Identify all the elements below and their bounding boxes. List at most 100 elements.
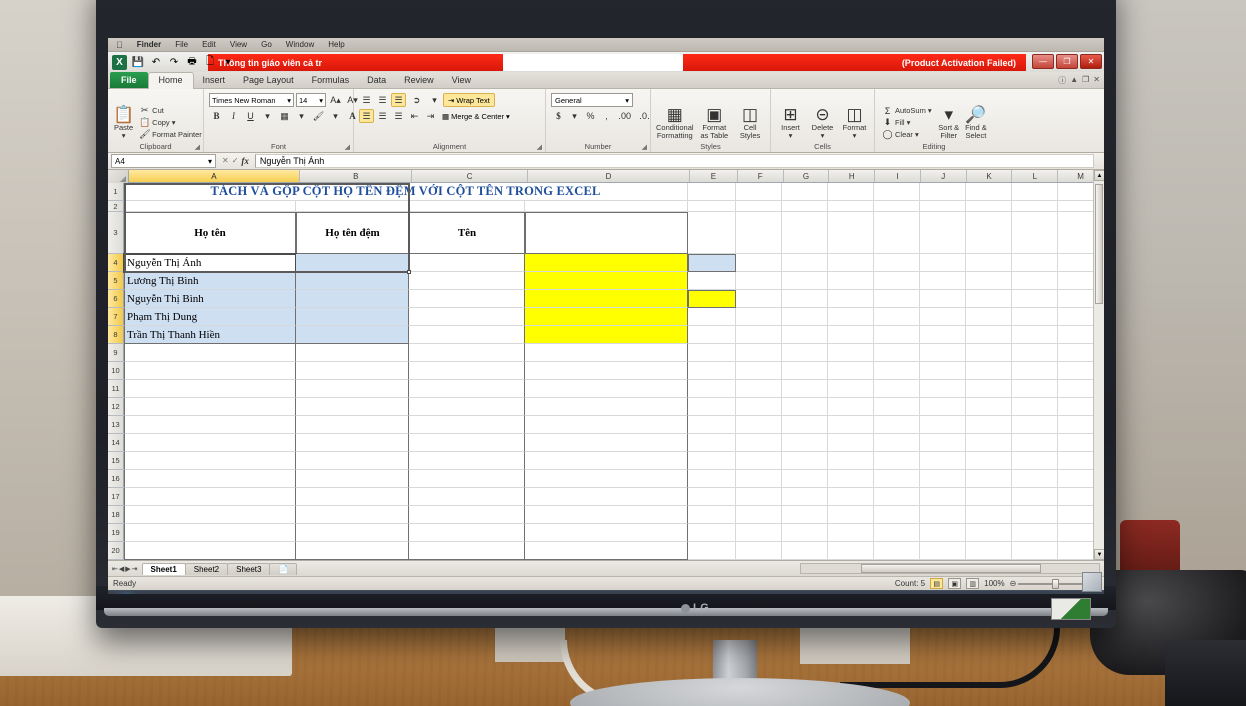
status-bar-right[interactable]: Count: 5 ▤ ▣ ▥ 100% ⊖ ⊕ [895,578,1099,589]
cell-E7[interactable] [688,308,736,326]
cell-I20[interactable] [874,542,920,560]
sheet-tab-sheet1[interactable]: Sheet1 [141,562,186,575]
cell-I12[interactable] [874,398,920,416]
tab-home[interactable]: Home [147,72,194,89]
cell-F4[interactable] [736,254,782,272]
cell-G3[interactable] [782,212,828,254]
cell-E6[interactable] [688,290,736,308]
orientation-icon[interactable]: ➲ [407,93,426,107]
grid-row-11[interactable] [124,380,1104,398]
row-header-18[interactable]: 18 [108,506,124,524]
cell-J6[interactable] [920,290,966,308]
cell-C14[interactable] [409,434,525,452]
column-header-a[interactable]: A [128,170,301,182]
quick-access-toolbar[interactable]: X 💾 ↶ ↷ 🖶 🗋 ▾ [108,52,235,72]
cell-F19[interactable] [736,524,782,542]
cell-E19[interactable] [688,524,736,542]
cell-I11[interactable] [874,380,920,398]
cell-D15[interactable] [525,452,688,470]
cell-B10[interactable] [296,362,409,380]
cell-C13[interactable] [409,416,525,434]
cell-A8[interactable]: Trần Thị Thanh Hiền [124,326,296,344]
mac-menu-view[interactable]: View [230,40,247,49]
cut-button[interactable]: ✂ Cut [137,105,204,116]
autosum-dropdown-icon[interactable]: ▾ [928,106,932,115]
cell-L9[interactable] [1012,344,1058,362]
cell-G2[interactable] [782,201,828,212]
column-headers[interactable]: A B C D E F G H I J K L M [108,170,1104,183]
cell-B3[interactable]: Họ tên đệm [296,212,409,254]
tab-formulas[interactable]: Formulas [303,73,359,88]
cell-J9[interactable] [920,344,966,362]
cell-H8[interactable] [828,326,874,344]
font-name-input[interactable]: Times New Roman ▾ [209,93,294,107]
zoom-track[interactable] [1018,578,1091,589]
fill-dropdown-icon[interactable]: ▾ [907,118,911,127]
clear-dropdown-icon[interactable]: ▾ [915,130,919,139]
cell-D8[interactable] [525,326,688,344]
cell-F20[interactable] [736,542,782,560]
cell-B9[interactable] [296,344,409,362]
cell-F13[interactable] [736,416,782,434]
window-controls[interactable]: — ❐ ✕ [1032,54,1102,69]
cell-E1[interactable] [688,183,736,201]
cell-D3[interactable] [525,212,688,254]
print-preview-icon[interactable]: 🖶 [185,55,199,69]
cell-L3[interactable] [1012,212,1058,254]
normal-view-button[interactable]: ▤ [930,578,944,589]
cell-J7[interactable] [920,308,966,326]
cell-L19[interactable] [1012,524,1058,542]
cell-J10[interactable] [920,362,966,380]
cell-K8[interactable] [966,326,1012,344]
cell-K11[interactable] [966,380,1012,398]
row-header-14[interactable]: 14 [108,434,124,452]
cell-F14[interactable] [736,434,782,452]
cell-F16[interactable] [736,470,782,488]
grid-row-6[interactable]: Nguyễn Thị Bình [124,290,1104,308]
cell-H1[interactable] [828,183,874,201]
minimize-button[interactable]: — [1032,54,1054,69]
cell-F5[interactable] [736,272,782,290]
cell-H3[interactable] [828,212,874,254]
cell-K1[interactable] [966,183,1012,201]
align-left-icon[interactable]: ☰ [359,109,374,123]
row-header-2[interactable]: 2 [108,201,124,212]
grid-row-7[interactable]: Phạm Thị Dung [124,308,1104,326]
cell-J18[interactable] [920,506,966,524]
cell-A3[interactable]: Họ tên [124,212,296,254]
row-header-16[interactable]: 16 [108,470,124,488]
cell-B2[interactable] [296,201,409,212]
align-center-icon[interactable]: ☰ [375,109,390,123]
cell-L15[interactable] [1012,452,1058,470]
cell-H12[interactable] [828,398,874,416]
column-header-b[interactable]: B [300,170,413,182]
cell-J15[interactable] [920,452,966,470]
row-header-9[interactable]: 9 [108,344,124,362]
borders-button[interactable]: ▦ [277,109,292,123]
cell-J19[interactable] [920,524,966,542]
cell-F17[interactable] [736,488,782,506]
borders-dropdown-icon[interactable]: ▾ [294,109,309,123]
grid-row-17[interactable] [124,488,1104,506]
column-header-c[interactable]: C [412,170,528,182]
grid-row-16[interactable] [124,470,1104,488]
merge-center-button[interactable]: ▦ Merge & Center ▾ [439,109,513,123]
cell-A6[interactable]: Nguyễn Thị Bình [124,290,296,308]
new-document-icon[interactable]: 🗋 [203,55,217,69]
cell-H13[interactable] [828,416,874,434]
cell-A16[interactable] [124,470,296,488]
prev-sheet-icon[interactable]: ◀ [119,565,124,573]
italic-button[interactable]: I [226,109,241,123]
row-header-11[interactable]: 11 [108,380,124,398]
cell-H4[interactable] [828,254,874,272]
cell-K9[interactable] [966,344,1012,362]
clear-button[interactable]: ◯ Clear ▾ [880,129,934,140]
cell-H20[interactable] [828,542,874,560]
cell-D7[interactable] [525,308,688,326]
cell-E8[interactable] [688,326,736,344]
cell-C5[interactable] [409,272,525,290]
select-all-corner[interactable] [108,170,129,183]
grid-row-15[interactable] [124,452,1104,470]
font-size-dropdown-icon[interactable]: ▾ [319,96,323,105]
cell-H18[interactable] [828,506,874,524]
